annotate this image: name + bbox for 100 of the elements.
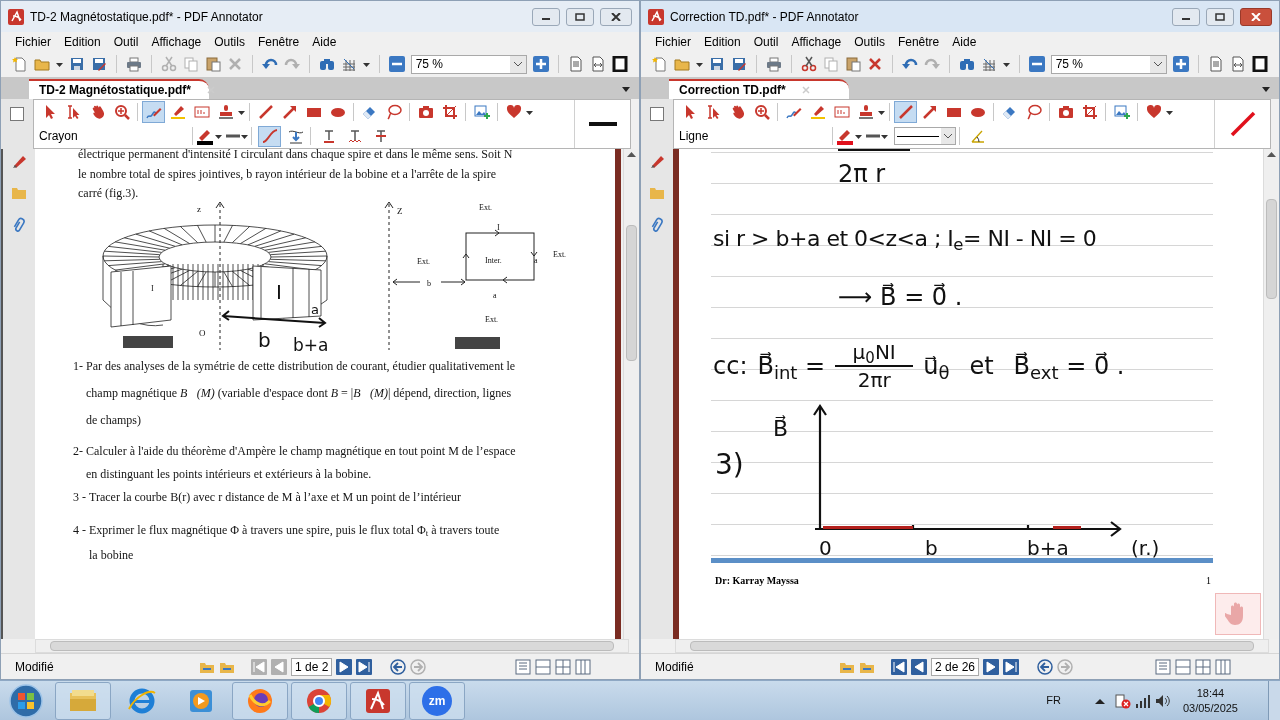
clock-time[interactable]: 18:44 — [1196, 685, 1225, 701]
page-width-icon[interactable] — [590, 56, 606, 72]
grid-icon[interactable] — [340, 56, 357, 72]
folder-icon[interactable] — [674, 56, 690, 72]
menu-item[interactable]: Edition — [704, 32, 741, 51]
binoculars-icon[interactable] — [318, 56, 335, 72]
language-indicator[interactable]: FR — [1046, 692, 1061, 709]
checkbox-icon[interactable] — [10, 107, 24, 121]
page-width-icon[interactable] — [1230, 56, 1246, 72]
next-page-icon[interactable] — [983, 658, 1000, 675]
show-hidden-icon[interactable] — [1094, 696, 1105, 705]
two-page-icon[interactable] — [535, 658, 551, 675]
line-style-dropdown[interactable] — [894, 127, 956, 145]
menu-item[interactable]: Fenêtre — [257, 32, 300, 51]
dropdown-icon[interactable] — [514, 61, 523, 67]
menu-item[interactable]: Outil — [113, 32, 139, 51]
taskbar-app[interactable]: zm — [409, 681, 465, 720]
zoom-in-icon[interactable] — [1173, 56, 1190, 72]
page-icon[interactable] — [1208, 56, 1224, 72]
close-button[interactable] — [600, 7, 632, 26]
binoculars-icon[interactable] — [958, 56, 975, 72]
last-page-icon[interactable] — [356, 658, 373, 675]
save-icon[interactable] — [709, 56, 725, 72]
next-page-icon[interactable] — [336, 658, 353, 675]
zoom-field[interactable]: 75 % — [1050, 54, 1168, 74]
color-picker[interactable] — [196, 127, 222, 145]
page-icon[interactable] — [568, 56, 584, 72]
previous-page-icon[interactable] — [911, 658, 927, 675]
zoom-in-icon[interactable] — [533, 56, 550, 72]
stamp-icon — [217, 104, 234, 120]
grid-icon[interactable] — [980, 56, 997, 72]
menu-item[interactable]: Outils — [854, 32, 885, 51]
menu-item[interactable]: Fichier — [655, 32, 691, 51]
vertical-scrollbar[interactable] — [1263, 149, 1279, 639]
columns-view-icon[interactable] — [1215, 658, 1231, 675]
clipboard-icon[interactable] — [204, 56, 221, 72]
grid-view-icon[interactable] — [1195, 658, 1211, 675]
menu-item[interactable]: Edition — [64, 32, 101, 51]
maximize-button[interactable] — [1206, 7, 1234, 26]
new-document-icon[interactable] — [652, 56, 668, 72]
menu-item[interactable]: Outil — [753, 32, 779, 51]
zoom-out-icon[interactable] — [388, 56, 405, 72]
close-button[interactable] — [1240, 7, 1272, 26]
paperclip-icon[interactable] — [650, 217, 664, 233]
taskbar-app[interactable] — [350, 681, 406, 720]
paperclip-icon[interactable] — [12, 217, 26, 233]
smooth-option[interactable] — [258, 125, 281, 147]
zoom-field[interactable]: 75 % — [410, 54, 528, 74]
pen-tool[interactable] — [142, 101, 165, 123]
checkbox-icon[interactable] — [650, 107, 664, 121]
frame-icon[interactable] — [612, 56, 628, 72]
back-icon[interactable] — [1037, 658, 1054, 675]
menu-item[interactable]: Fenêtre — [897, 32, 940, 51]
document-tab[interactable]: Correction TD.pdf* — [669, 79, 849, 99]
taskbar-app[interactable] — [291, 681, 347, 720]
page-field[interactable]: 2 de 26 — [931, 657, 980, 676]
floppy-pen-icon[interactable] — [91, 56, 107, 72]
dropdown-icon[interactable] — [944, 133, 952, 139]
network-warning-icon[interactable] — [1114, 692, 1131, 709]
line-tool[interactable] — [894, 101, 917, 123]
new-document-icon[interactable] — [12, 56, 28, 72]
signal-icon[interactable] — [1134, 692, 1151, 709]
scrollbar-thumb[interactable] — [626, 225, 637, 361]
clock-date[interactable]: 03/05/2025 — [1182, 700, 1238, 716]
dropdown-icon[interactable] — [1154, 61, 1163, 67]
maximize-button[interactable] — [566, 7, 594, 26]
last-page-icon[interactable] — [1003, 658, 1020, 675]
minimize-button[interactable] — [1172, 7, 1200, 26]
menu-item[interactable]: Affichage — [791, 32, 842, 51]
scrollbar-thumb[interactable] — [50, 641, 614, 651]
taskbar-app[interactable] — [232, 681, 288, 720]
menu-item[interactable]: Aide — [952, 32, 977, 51]
zoom-out-icon[interactable] — [1028, 56, 1045, 72]
horizontal-scrollbar[interactable] — [35, 639, 629, 653]
printer-icon[interactable] — [765, 56, 782, 72]
folder-icon[interactable] — [34, 56, 50, 72]
floppy-pen-icon[interactable] — [731, 56, 747, 72]
scissors-icon[interactable] — [800, 56, 817, 72]
back-icon[interactable] — [390, 658, 407, 675]
eraser-icon — [361, 104, 378, 120]
two-page-icon[interactable] — [1175, 658, 1191, 675]
first-page-icon[interactable] — [891, 658, 907, 675]
minimize-button[interactable] — [532, 7, 560, 26]
scrollbar-thumb[interactable] — [690, 641, 1254, 651]
horizontal-scrollbar[interactable] — [675, 639, 1269, 653]
printer-icon[interactable] — [125, 56, 142, 72]
vertical-scrollbar[interactable] — [623, 149, 639, 639]
color-picker[interactable] — [836, 127, 862, 145]
menu-item[interactable]: Outils — [214, 32, 245, 51]
columns-view-icon[interactable] — [575, 658, 591, 675]
menu-item[interactable]: Fichier — [15, 32, 51, 51]
clipboard-icon[interactable] — [844, 56, 861, 72]
grid-view-icon[interactable] — [555, 658, 571, 675]
delete-icon[interactable] — [866, 56, 883, 72]
page-field[interactable]: 1 de 2 — [291, 657, 333, 676]
menu-item[interactable]: Affichage — [151, 32, 202, 51]
menu-item[interactable]: Aide — [312, 32, 337, 51]
frame-icon[interactable] — [1252, 56, 1268, 72]
scrollbar-thumb[interactable] — [1266, 199, 1277, 299]
save-icon[interactable] — [69, 56, 85, 72]
